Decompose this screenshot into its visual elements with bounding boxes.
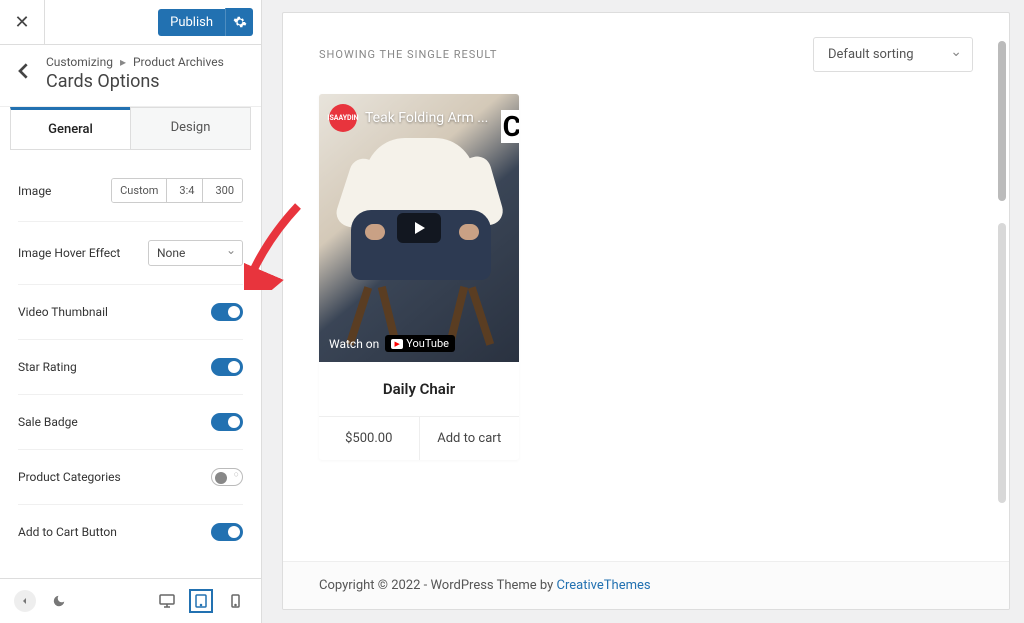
option-label: Star Rating (18, 360, 77, 374)
option-video-thumbnail: Video Thumbnail (18, 285, 243, 340)
video-title: Teak Folding Arm ... (365, 110, 488, 126)
site-footer: Copyright © 2022 - WordPress Theme by Cr… (283, 561, 1009, 609)
publish-settings-button[interactable] (225, 8, 253, 36)
chevron-left-icon (18, 63, 30, 79)
section-title: Cards Options (46, 71, 224, 92)
watch-on-youtube[interactable]: Watch on YouTube (329, 335, 455, 352)
tablet-icon (195, 594, 207, 608)
youtube-badge: YouTube (385, 335, 455, 352)
option-label: Image (18, 184, 51, 198)
add-to-cart-button[interactable]: Add to cart (420, 417, 520, 460)
gear-icon (233, 15, 247, 29)
tabs: General Design (10, 107, 251, 150)
option-label: Add to Cart Button (18, 525, 117, 539)
tab-design[interactable]: Design (130, 107, 251, 149)
corner-letter: C (501, 110, 519, 143)
device-tablet-button[interactable] (189, 589, 213, 613)
desktop-icon (159, 594, 175, 608)
option-label: Video Thumbnail (18, 305, 108, 319)
image-size-control[interactable]: Custom 3:4 300 (111, 178, 243, 203)
publish-button[interactable]: Publish (158, 9, 225, 36)
breadcrumb-row: Customizing ▸ Product Archives Cards Opt… (0, 45, 261, 107)
copyright-text: Copyright © 2022 - WordPress Theme by (319, 578, 557, 593)
option-product-categories: Product Categories (18, 450, 243, 505)
option-label: Image Hover Effect (18, 246, 120, 260)
seg-custom[interactable]: Custom (112, 179, 167, 202)
options-list: Image Custom 3:4 300 Image Hover Effect … (0, 150, 261, 578)
hover-effect-select[interactable]: None (148, 240, 243, 266)
device-desktop-button[interactable] (155, 589, 179, 613)
device-mobile-button[interactable] (223, 589, 247, 613)
collapse-icon (20, 596, 30, 606)
product-price: $500.00 (319, 417, 420, 460)
breadcrumb: Customizing ▸ Product Archives (46, 55, 224, 69)
result-count-text: Showing the single result (319, 48, 497, 61)
dark-mode-button[interactable] (48, 590, 70, 612)
play-button[interactable] (397, 213, 441, 243)
video-thumbnail-toggle[interactable] (211, 303, 243, 321)
seg-ratio[interactable]: 3:4 (171, 179, 203, 202)
video-thumbnail[interactable]: ISAAYDIN Teak Folding Arm ... C Watch on… (319, 94, 519, 362)
option-star-rating: Star Rating (18, 340, 243, 395)
back-button[interactable] (14, 59, 34, 88)
watch-on-label: Watch on (329, 337, 379, 351)
theme-author-link[interactable]: CreativeThemes (557, 578, 651, 593)
breadcrumb-root: Customizing (46, 55, 113, 69)
shop-header: Showing the single result Default sortin… (283, 13, 1009, 90)
hide-controls-button[interactable] (14, 590, 36, 612)
channel-avatar: ISAAYDIN (329, 104, 357, 132)
option-sale-badge: Sale Badge (18, 395, 243, 450)
option-label: Product Categories (18, 470, 121, 484)
product-card[interactable]: ISAAYDIN Teak Folding Arm ... C Watch on… (319, 94, 519, 460)
breadcrumb-parent[interactable]: Product Archives (133, 55, 224, 69)
tab-general[interactable]: General (10, 107, 130, 149)
publish-area: Publish (158, 8, 253, 36)
product-info: Daily Chair (319, 362, 519, 416)
option-hover-effect: Image Hover Effect None (18, 222, 243, 285)
product-categories-toggle[interactable] (211, 468, 243, 486)
add-to-cart-toggle[interactable] (211, 523, 243, 541)
seg-width[interactable]: 300 (207, 179, 242, 202)
option-label: Sale Badge (18, 415, 78, 429)
panel-header: ✕ Publish (0, 0, 261, 45)
panel-footer (0, 578, 261, 623)
product-actions: $500.00 Add to cart (319, 416, 519, 460)
sort-select[interactable]: Default sorting (813, 37, 973, 72)
close-button[interactable]: ✕ (0, 0, 45, 45)
breadcrumb-block: Customizing ▸ Product Archives Cards Opt… (46, 55, 224, 92)
chevron-right-icon: ▸ (120, 55, 126, 69)
star-rating-toggle[interactable] (211, 358, 243, 376)
option-add-to-cart: Add to Cart Button (18, 505, 243, 559)
product-name[interactable]: Daily Chair (329, 380, 509, 398)
mobile-icon (231, 594, 240, 608)
customizer-sidebar: ✕ Publish Customizing ▸ Product Archives… (0, 0, 262, 623)
sale-badge-toggle[interactable] (211, 413, 243, 431)
option-image: Image Custom 3:4 300 (18, 160, 243, 222)
moon-icon (52, 594, 66, 608)
preview-frame: Showing the single result Default sortin… (282, 12, 1010, 610)
